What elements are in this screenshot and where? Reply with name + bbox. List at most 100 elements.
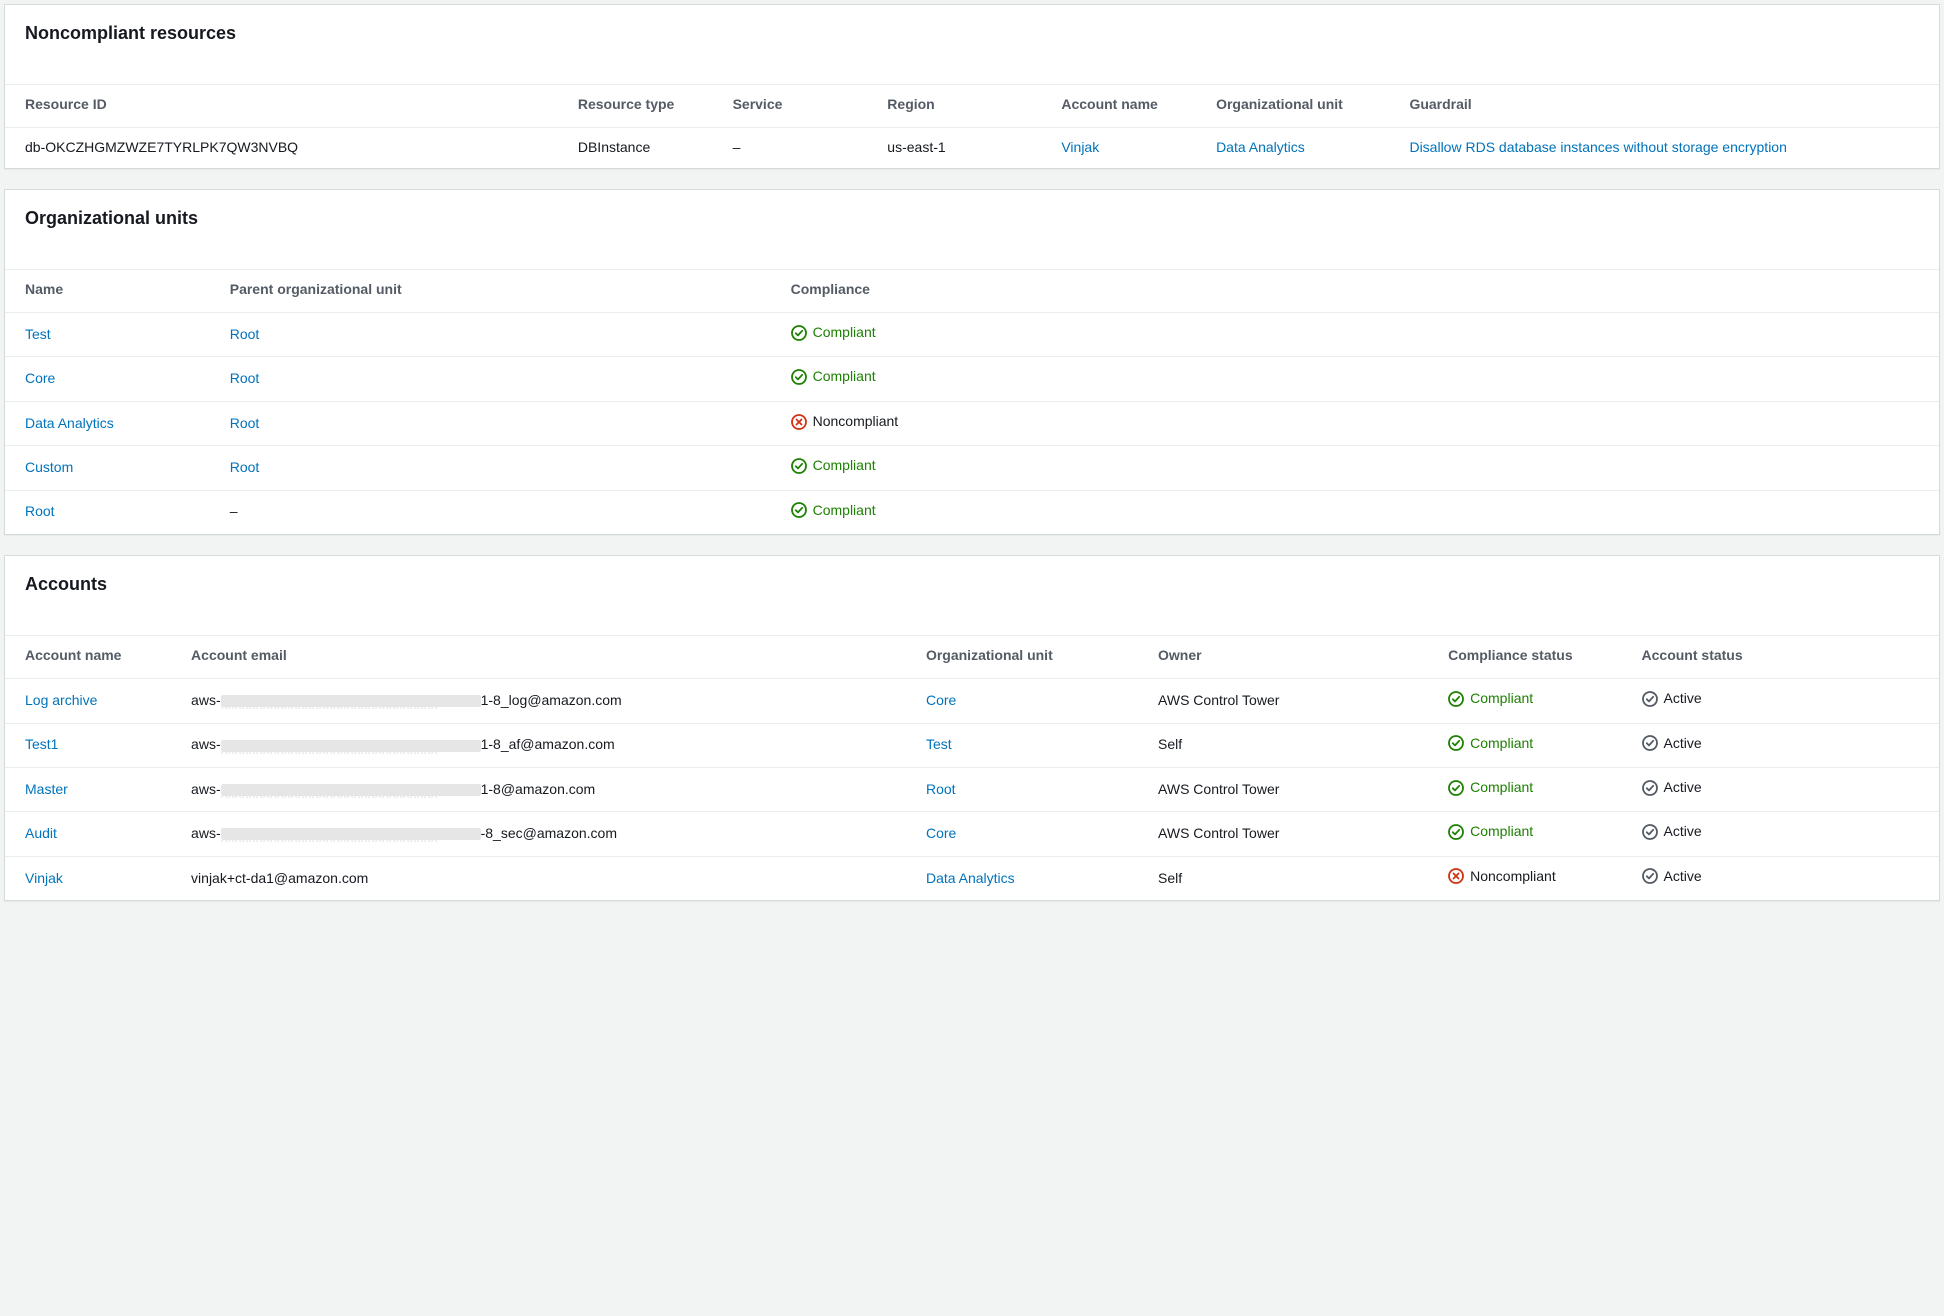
- col-resource-type[interactable]: Resource type: [566, 85, 721, 128]
- panel-header: Accounts: [5, 556, 1939, 636]
- ou-link[interactable]: Test: [25, 326, 51, 342]
- col-region[interactable]: Region: [875, 85, 1049, 128]
- table-row: Vinjakvinjak+ct-da1@amazon.comData Analy…: [5, 856, 1939, 900]
- cell-account-name: Test1: [5, 723, 179, 767]
- cell-owner: AWS Control Tower: [1146, 679, 1436, 723]
- ou-link[interactable]: Custom: [25, 459, 73, 475]
- col-guardrail[interactable]: Guardrail: [1397, 85, 1939, 128]
- cell-compliance-status: Compliant: [1436, 767, 1629, 811]
- org-unit-link[interactable]: Test: [926, 736, 952, 752]
- check-circle-icon: [1448, 824, 1464, 840]
- check-circle-icon: [1642, 691, 1658, 707]
- table-row: Core Root Compliant: [5, 357, 1939, 401]
- cell-org-unit: Core: [914, 679, 1146, 723]
- org-unit-link[interactable]: Core: [926, 825, 956, 841]
- org-unit-link[interactable]: Data Analytics: [926, 870, 1015, 886]
- col-account-status[interactable]: Account status: [1630, 636, 1939, 679]
- col-parent[interactable]: Parent organizational unit: [218, 270, 779, 313]
- cell-account-status: Active: [1630, 767, 1939, 811]
- account-link[interactable]: Audit: [25, 825, 57, 841]
- compliance-label: Compliant: [1470, 778, 1533, 798]
- compliance-indicator: Compliant: [1448, 822, 1533, 842]
- parent-ou-link[interactable]: Root: [230, 459, 260, 475]
- table-row: Master aws-xxxxxxxxxxxxxxxxxxxxxxxxxxxxxx…: [5, 767, 1939, 811]
- cell-compliance-status: Noncompliant: [1436, 856, 1629, 900]
- col-owner[interactable]: Owner: [1146, 636, 1436, 679]
- parent-ou-link[interactable]: Root: [230, 370, 260, 386]
- cell-parent: –: [218, 490, 779, 534]
- guardrail-link[interactable]: Disallow RDS database instances without …: [1409, 139, 1786, 155]
- cell-name: Test: [5, 312, 218, 356]
- email-text: 1-8_af@amazon.com: [481, 736, 615, 752]
- parent-ou-link[interactable]: Root: [230, 326, 260, 342]
- ou-link[interactable]: Core: [25, 370, 55, 386]
- check-circle-icon: [791, 369, 807, 385]
- check-circle-icon: [791, 458, 807, 474]
- account-link[interactable]: Vinjak: [25, 870, 63, 886]
- cell-account-email: aws-xxxxxxxxxxxxxxxxxxxxxxxxxxxxxxx1-8@a…: [179, 767, 914, 811]
- table-row: Auditaws-xxxxxxxxxxxxxxxxxxxxxxxxxxxxxxx…: [5, 812, 1939, 856]
- status-label: Active: [1664, 778, 1702, 798]
- cell-compliance: Compliant: [779, 357, 1939, 401]
- email-text: aws-: [191, 692, 221, 708]
- table-row: Data Analytics Root Noncompliant: [5, 401, 1939, 445]
- ou-link[interactable]: Data Analytics: [25, 415, 114, 431]
- col-resource-id[interactable]: Resource ID: [5, 85, 566, 128]
- col-org-unit[interactable]: Organizational unit: [1204, 85, 1397, 128]
- table-row: Log archiveaws-xxxxxxxxxxxxxxxxxxxxxxxxx…: [5, 679, 1939, 723]
- accounts-panel: Accounts Account name Account email Orga…: [4, 555, 1940, 901]
- col-account-email[interactable]: Account email: [179, 636, 914, 679]
- cell-parent-text: –: [230, 503, 238, 519]
- table-row: db-OKCZHGMZWZE7TYRLPK7QW3NVBQDBInstance–…: [5, 128, 1939, 168]
- cell-guardrail: Disallow RDS database instances without …: [1397, 128, 1939, 168]
- col-account-name[interactable]: Account name: [5, 636, 179, 679]
- parent-ou-link[interactable]: Root: [230, 415, 260, 431]
- cell-account-status: Active: [1630, 723, 1939, 767]
- cell-account-name: Audit: [5, 812, 179, 856]
- compliance-indicator: Noncompliant: [791, 412, 899, 432]
- email-text: aws-: [191, 736, 221, 752]
- account-link[interactable]: Test1: [25, 736, 58, 752]
- compliance-indicator: Compliant: [791, 456, 876, 476]
- cell-account-email: aws-xxxxxxxxxxxxxxxxxxxxxxxxxxxxxxx1-8_a…: [179, 723, 914, 767]
- table-row: Root – Compliant: [5, 490, 1939, 534]
- col-org-unit[interactable]: Organizational unit: [914, 636, 1146, 679]
- check-circle-icon: [1448, 691, 1464, 707]
- email-text: 1-8_log@amazon.com: [481, 692, 622, 708]
- cell-owner: Self: [1146, 856, 1436, 900]
- col-service[interactable]: Service: [721, 85, 876, 128]
- cell-compliance-status: Compliant: [1436, 679, 1629, 723]
- compliance-label: Compliant: [1470, 689, 1533, 709]
- compliance-indicator: Noncompliant: [1448, 867, 1556, 887]
- cell-region: us-east-1: [875, 128, 1049, 168]
- org-unit-link[interactable]: Data Analytics: [1216, 139, 1305, 155]
- ou-link[interactable]: Root: [25, 503, 55, 519]
- account-link[interactable]: Master: [25, 781, 68, 797]
- check-circle-icon: [1642, 780, 1658, 796]
- compliance-indicator: Compliant: [791, 323, 876, 343]
- cell-compliance: Compliant: [779, 490, 1939, 534]
- cell-parent: Root: [218, 357, 779, 401]
- cell-account-name: Master: [5, 767, 179, 811]
- cell-parent: Root: [218, 312, 779, 356]
- compliance-indicator: Compliant: [1448, 778, 1533, 798]
- check-circle-icon: [1448, 735, 1464, 751]
- org-unit-link[interactable]: Root: [926, 781, 956, 797]
- col-compliance-status[interactable]: Compliance status: [1436, 636, 1629, 679]
- org-unit-link[interactable]: Core: [926, 692, 956, 708]
- account-link[interactable]: Log archive: [25, 692, 97, 708]
- col-compliance[interactable]: Compliance: [779, 270, 1939, 313]
- cell-compliance-status: Compliant: [1436, 723, 1629, 767]
- col-name[interactable]: Name: [5, 270, 218, 313]
- panel-title: Organizational units: [25, 208, 1919, 229]
- col-account-name[interactable]: Account name: [1049, 85, 1204, 128]
- account-link[interactable]: Vinjak: [1061, 139, 1099, 155]
- panel-header: Organizational units: [5, 190, 1939, 270]
- compliance-label: Noncompliant: [813, 412, 899, 432]
- status-indicator: Active: [1642, 822, 1702, 842]
- organizational-units-table: Name Parent organizational unit Complian…: [5, 270, 1939, 534]
- check-circle-icon: [1642, 824, 1658, 840]
- cell-org-unit: Data Analytics: [914, 856, 1146, 900]
- cell-account-status: Active: [1630, 856, 1939, 900]
- check-circle-icon: [791, 502, 807, 518]
